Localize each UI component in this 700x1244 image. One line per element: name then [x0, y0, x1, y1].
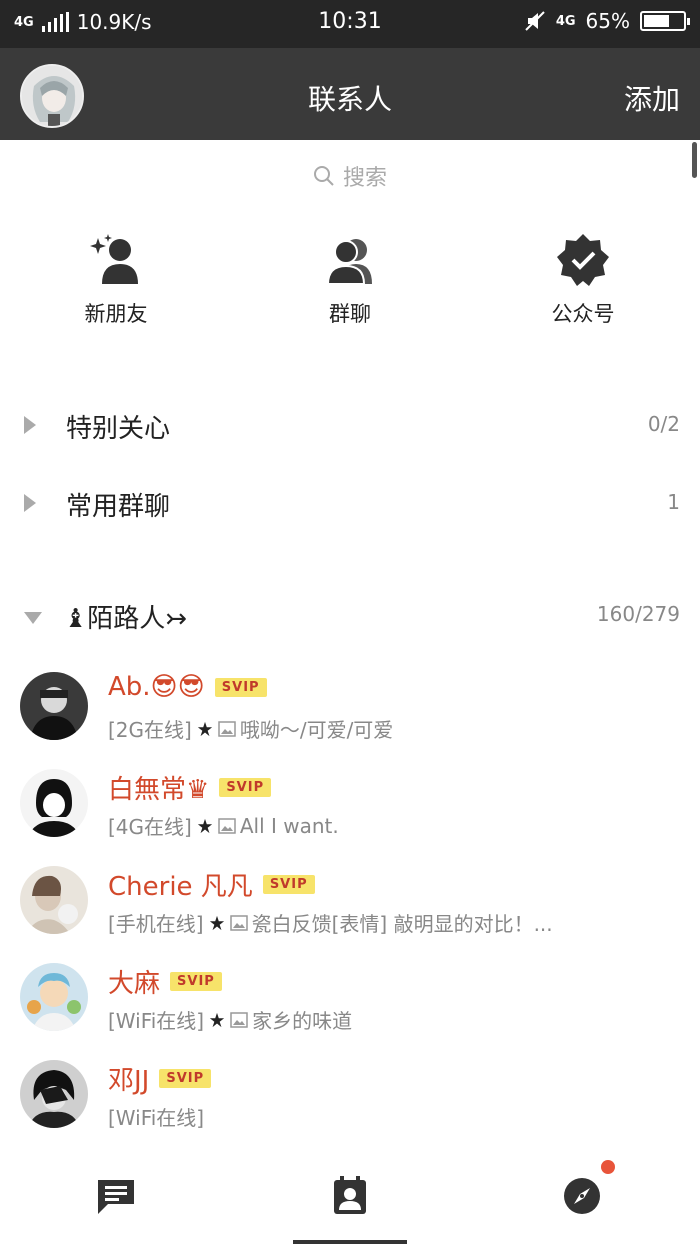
image-icon — [230, 1011, 248, 1028]
contact-avatar — [20, 769, 88, 837]
contact-row[interactable]: 大麻 SVIP [WiFi在线] 家乡的味道 — [0, 963, 700, 1059]
page-title: 联系人 — [307, 83, 392, 116]
star-icon — [197, 818, 212, 833]
contact-status-line: [2G在线] 哦呦～/可爱/可爱 — [108, 714, 393, 743]
collapse-arrow-icon — [24, 494, 36, 512]
last-message: 家乡的味道 — [252, 1009, 353, 1033]
group-chat-entry[interactable]: 群聊 — [250, 230, 450, 328]
status-bar: 4G 10.9K/s 10:31 4G 65% — [0, 0, 700, 48]
new-friends-label: 新朋友 — [84, 302, 148, 326]
contact-status-line: [手机在线] 瓷白反馈[表情] 敲明显的对比！... — [108, 908, 553, 937]
battery-icon — [640, 11, 690, 31]
online-status: [2G在线] — [108, 718, 192, 742]
contact-name-line: 白無常♛ SVIP — [108, 769, 272, 806]
contact-name-line: Ab.😎😎 SVIP — [108, 672, 267, 702]
group-count: 0/2 — [647, 412, 680, 436]
search-bar[interactable]: 搜索 — [0, 140, 700, 212]
online-status: [4G在线] — [108, 815, 192, 839]
svip-badge: SVIP — [170, 972, 222, 991]
group-name: 常用群聊 — [66, 492, 171, 522]
group-name: 特别关心 — [66, 414, 171, 444]
official-account-entry[interactable]: 公众号 — [483, 230, 683, 328]
contact-status-line: [4G在线] All I want. — [108, 811, 339, 840]
contact-name: 大麻 — [108, 969, 161, 999]
data-network-type: 4G — [555, 13, 576, 29]
bottom-nav — [0, 1158, 700, 1244]
group-count: 160/279 — [596, 602, 680, 626]
battery-percent: 65% — [585, 9, 630, 33]
contact-name-line: Cherie 凡凡 SVIP — [108, 866, 315, 903]
group-chat-label: 群聊 — [329, 302, 371, 326]
contact-row[interactable]: 白無常♛ SVIP [4G在线] All I want. — [0, 769, 700, 865]
official-account-icon — [557, 234, 609, 286]
search-icon — [313, 166, 334, 186]
group-special-care[interactable]: 特别关心 0/2 — [0, 398, 700, 458]
group-strangers[interactable]: ♝陌路人↣ 160/279 — [0, 588, 700, 648]
last-message: All I want. — [239, 813, 339, 838]
online-status: [WiFi在线] — [108, 1106, 205, 1130]
online-status: [WiFi在线] — [108, 1009, 205, 1033]
svip-badge: SVIP — [214, 677, 267, 697]
quick-entries: 新朋友 群聊 公众号 — [0, 230, 700, 340]
mute-icon — [525, 11, 545, 31]
contact-avatar — [20, 672, 88, 740]
official-account-label: 公众号 — [551, 302, 615, 326]
discover-icon[interactable] — [562, 1176, 602, 1216]
contact-status-line: [WiFi在线] — [108, 1102, 204, 1131]
star-icon — [209, 915, 224, 930]
contact-row[interactable]: Ab.😎😎 SVIP [2G在线] 哦呦～/可爱/可爱 — [0, 672, 700, 768]
group-name: ♝陌路人↣ — [64, 604, 188, 634]
contact-name: Ab.😎😎 — [108, 672, 205, 702]
image-icon — [218, 720, 236, 737]
star-icon — [209, 1012, 225, 1027]
status-right: 4G 65% — [524, 9, 690, 33]
svip-badge: SVIP — [262, 875, 315, 894]
contact-name-line: 邓JJ SVIP — [108, 1060, 212, 1097]
online-status: [手机在线] — [108, 912, 204, 936]
contact-name: 白無常♛ — [108, 775, 210, 805]
contact-status-line: [WiFi在线] 家乡的味道 — [108, 1005, 352, 1034]
last-message: 瓷白反馈[表情] 敲明显的对比！... — [251, 912, 553, 936]
star-icon — [197, 721, 212, 736]
add-button[interactable]: 添加 — [624, 78, 680, 118]
contact-avatar — [20, 866, 88, 934]
active-tab-indicator — [293, 1240, 407, 1244]
svip-badge: SVIP — [219, 778, 272, 797]
image-icon — [218, 817, 236, 834]
contact-name-line: 大麻 SVIP — [108, 963, 222, 1000]
contact-avatar — [20, 1060, 88, 1128]
contact-avatar — [20, 963, 88, 1031]
last-message: 哦呦～/可爱/可爱 — [239, 718, 394, 742]
collapse-arrow-icon — [24, 416, 36, 434]
image-icon — [229, 914, 248, 931]
contact-name: Cherie 凡凡 — [108, 872, 253, 902]
messages-icon[interactable] — [96, 1176, 136, 1216]
search-placeholder: 搜索 — [342, 166, 387, 191]
discover-badge-dot — [601, 1160, 615, 1174]
contact-name: 邓JJ — [108, 1066, 150, 1096]
group-common-chats[interactable]: 常用群聊 1 — [0, 476, 700, 536]
group-chat-icon — [326, 239, 372, 285]
app-header: 联系人 添加 — [0, 48, 700, 140]
svip-badge: SVIP — [159, 1069, 212, 1088]
contacts-icon[interactable] — [330, 1176, 370, 1216]
add-friend-icon — [90, 234, 138, 284]
group-count: 1 — [667, 490, 680, 514]
contact-row[interactable]: Cherie 凡凡 SVIP [手机在线] 瓷白反馈[表情] 敲明显的对比！..… — [0, 866, 700, 962]
scrollbar[interactable] — [692, 142, 697, 178]
expand-arrow-icon — [24, 612, 42, 624]
new-friends-entry[interactable]: 新朋友 — [16, 230, 216, 328]
contact-row[interactable]: 邓JJ SVIP [WiFi在线] — [0, 1060, 700, 1156]
